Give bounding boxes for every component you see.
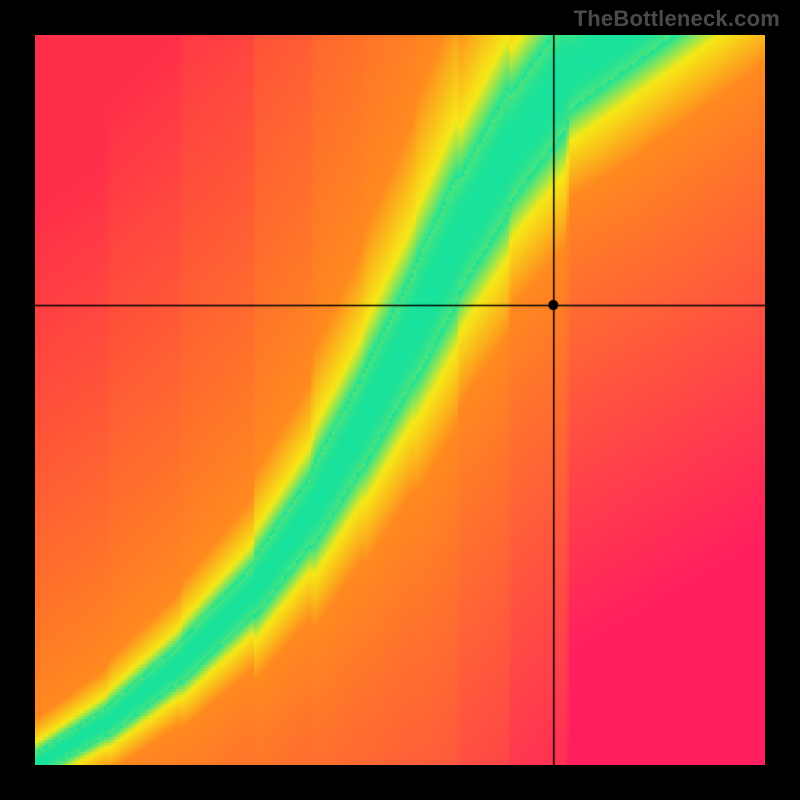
heatmap-canvas [35,35,765,765]
chart-root: TheBottleneck.com [0,0,800,800]
attribution-label: TheBottleneck.com [574,6,780,32]
